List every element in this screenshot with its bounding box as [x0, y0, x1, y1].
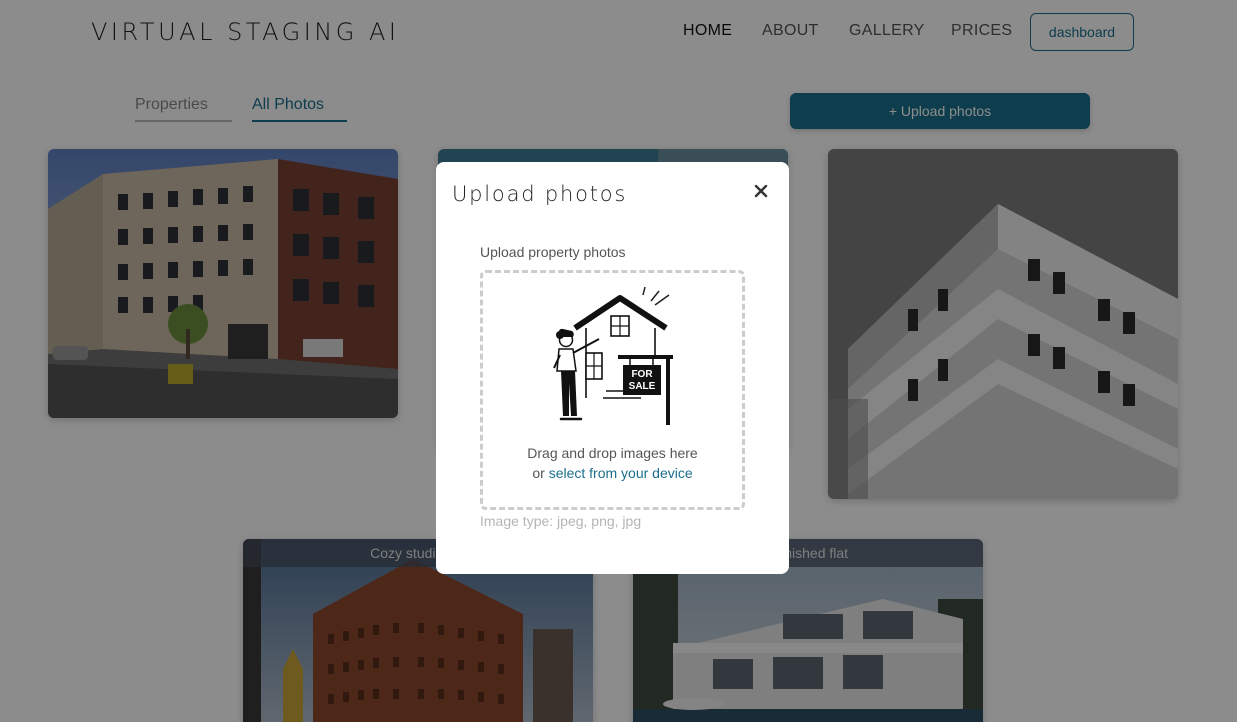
drop-text: Drag and drop images here [527, 445, 698, 461]
close-icon[interactable] [752, 182, 770, 200]
or-text: or [532, 465, 545, 481]
upload-label: Upload property photos [480, 244, 626, 260]
sign-text-line1: FOR [631, 369, 653, 380]
modal-title: Upload photos [452, 182, 628, 206]
image-type-hint: Image type: jpeg, png, jpg [480, 513, 642, 529]
select-from-device-link[interactable]: select from your device [549, 465, 693, 481]
sign-text-line2: SALE [629, 381, 656, 392]
dropzone[interactable]: FOR SALE Drag and drop images here or se… [480, 270, 745, 510]
house-for-sale-illustration: FOR SALE [553, 286, 673, 425]
drop-instructions: Drag and drop images here or select from… [483, 443, 742, 483]
upload-modal: Upload photos Upload property photos FOR… [436, 162, 789, 574]
